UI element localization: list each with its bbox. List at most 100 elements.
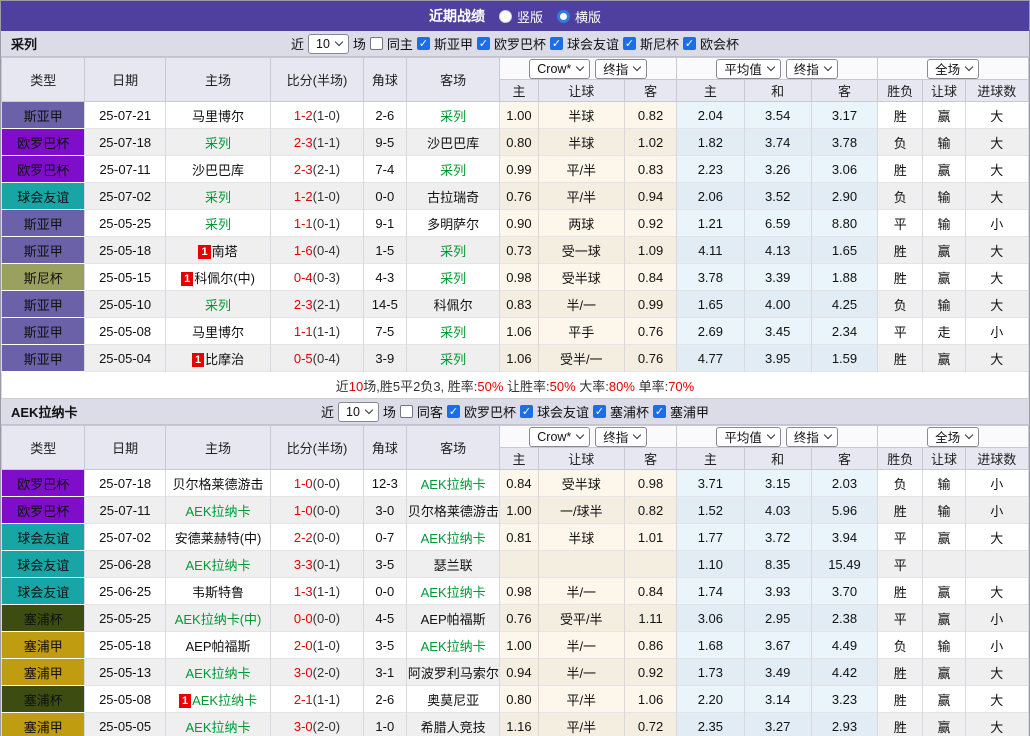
home-team[interactable]: 马里博尔 [192, 325, 244, 340]
fulltime-score[interactable]: 1-3 [294, 584, 313, 599]
fulltime-score[interactable]: 3-0 [294, 719, 313, 734]
odds-company-select[interactable]: Crow* [529, 426, 591, 447]
away-team[interactable]: AEK拉纳卡 [421, 585, 486, 600]
away-team[interactable]: 采列 [440, 163, 466, 178]
fulltime-score[interactable]: 1-0 [294, 503, 313, 518]
home-team[interactable]: AEK拉纳卡(中) [175, 612, 262, 627]
home-team[interactable]: 韦斯特鲁 [192, 585, 244, 600]
team-filter-bar: AEK拉纳卡近 10 场同客 ✓ 欧罗巴杯 ✓ 球会友谊 ✓ 塞浦杯 ✓ 塞浦甲 [1, 399, 1029, 425]
league-filter-checkbox[interactable]: ✓ [446, 405, 460, 418]
euro-away-odds: 4.49 [810, 631, 879, 659]
fulltime-score[interactable]: 2-2 [294, 530, 313, 545]
fulltime-score[interactable]: 1-2 [294, 189, 313, 204]
odds-company-select[interactable]: Crow* [529, 58, 591, 79]
fulltime-score[interactable]: 1-6 [294, 243, 313, 258]
home-team[interactable]: 贝尔格莱德游击 [173, 477, 264, 492]
away-team[interactable]: 贝尔格莱德游击 [408, 504, 499, 519]
fulltime-score[interactable]: 1-1 [294, 324, 313, 339]
same-venue-checkbox[interactable] [399, 405, 413, 418]
home-team[interactable]: AEK拉纳卡 [192, 693, 257, 708]
home-team[interactable]: 科佩尔(中) [194, 271, 255, 286]
away-team[interactable]: 阿波罗利马索尔 [408, 666, 499, 681]
home-team[interactable]: 安德莱赫特(中) [175, 531, 262, 546]
away-team[interactable]: 采列 [440, 271, 466, 286]
result-handicap: 赢 [922, 101, 966, 129]
league-filter-checkbox[interactable]: ✓ [652, 405, 666, 418]
match-row: 塞浦甲 25-05-13 AEK拉纳卡 3-0(2-0) 3-1 阿波罗利马索尔 0.94 半… [0, 658, 1030, 686]
league-filter-checkbox[interactable]: ✓ [549, 37, 563, 50]
away-team[interactable]: 采列 [440, 109, 466, 124]
away-team[interactable]: AEP帕福斯 [421, 612, 486, 627]
chevron-down-icon [364, 405, 374, 415]
scope-select[interactable]: 全场 [927, 426, 980, 447]
match-count-select[interactable]: 10 [308, 33, 349, 54]
home-team[interactable]: AEK拉纳卡 [186, 720, 251, 735]
away-team[interactable]: 希腊人竞技 [421, 720, 486, 735]
euro-company-select[interactable]: 平均值 [716, 58, 781, 79]
home-team[interactable]: 采列 [205, 298, 231, 313]
away-team[interactable]: 多明萨尔 [427, 217, 479, 232]
league-filter-checkbox[interactable]: ✓ [416, 37, 430, 50]
radio-icon[interactable] [557, 9, 570, 23]
home-team[interactable]: 马里博尔 [192, 109, 244, 124]
away-team[interactable]: AEK拉纳卡 [421, 531, 486, 546]
fulltime-score[interactable]: 2-3 [294, 135, 313, 150]
match-count-select[interactable]: 10 [338, 401, 379, 422]
same-venue-checkbox[interactable] [369, 37, 383, 50]
away-team[interactable]: 采列 [440, 325, 466, 340]
corner-score: 4-3 [362, 263, 407, 291]
odds-time-select[interactable]: 终指 [595, 426, 648, 447]
sub-column-header: 客 [810, 447, 879, 470]
fulltime-score[interactable]: 0-0 [294, 611, 313, 626]
fulltime-score[interactable]: 2-0 [294, 638, 313, 653]
home-team[interactable]: 采列 [205, 190, 231, 205]
home-team[interactable]: AEP帕福斯 [186, 639, 251, 654]
handicap-away-odds: 0.94 [623, 182, 678, 210]
away-team[interactable]: AEK拉纳卡 [421, 477, 486, 492]
fulltime-score[interactable]: 0-4 [294, 270, 313, 285]
home-team[interactable]: AEK拉纳卡 [186, 666, 251, 681]
radio-icon[interactable] [498, 9, 512, 23]
home-team[interactable]: 采列 [205, 217, 231, 232]
fulltime-score[interactable]: 2-3 [294, 297, 313, 312]
layout-option-horizontal[interactable]: 横版 [557, 7, 601, 26]
fulltime-score[interactable]: 3-0 [294, 665, 313, 680]
fulltime-score[interactable]: 1-0 [294, 476, 313, 491]
away-team[interactable]: 沙巴巴库 [427, 136, 479, 151]
fulltime-score[interactable]: 2-1 [294, 692, 313, 707]
away-team[interactable]: 奥莫尼亚 [427, 693, 479, 708]
league-filter-checkbox[interactable]: ✓ [519, 405, 533, 418]
league-filter-checkbox[interactable]: ✓ [622, 37, 636, 50]
odds-time-select[interactable]: 终指 [595, 58, 648, 79]
fulltime-score[interactable]: 1-1 [294, 216, 313, 231]
home-team[interactable]: 沙巴巴库 [192, 163, 244, 178]
fulltime-score[interactable]: 2-3 [294, 162, 313, 177]
euro-draw-odds: 3.95 [743, 344, 812, 372]
league-filter-checkbox[interactable]: ✓ [683, 37, 696, 50]
result-goals: 大 [964, 523, 1030, 551]
home-team[interactable]: 比摩治 [205, 352, 244, 367]
away-team[interactable]: 采列 [440, 244, 466, 259]
corner-score: 3-9 [362, 344, 407, 372]
league-filter-checkbox[interactable]: ✓ [476, 37, 490, 50]
away-team[interactable]: 瑟兰联 [434, 558, 473, 573]
home-team[interactable]: 采列 [205, 136, 231, 151]
league-filter-checkbox[interactable]: ✓ [592, 405, 606, 418]
euro-company-select[interactable]: 平均值 [716, 426, 781, 447]
away-team[interactable]: 科佩尔 [434, 298, 473, 313]
layout-option-vertical[interactable]: 竖版 [498, 7, 543, 26]
away-team[interactable]: 古拉瑞奇 [427, 190, 479, 205]
euro-time-select[interactable]: 终指 [785, 58, 838, 79]
fulltime-score[interactable]: 0-5 [294, 351, 313, 366]
odds-time-select-label: 终指 [603, 63, 629, 77]
euro-time-select[interactable]: 终指 [785, 426, 838, 447]
home-team[interactable]: AEK拉纳卡 [186, 504, 251, 519]
euro-odds-selects: 平均值 终指 [677, 58, 877, 79]
scope-select[interactable]: 全场 [927, 58, 980, 79]
fulltime-score[interactable]: 3-3 [294, 557, 313, 572]
away-team[interactable]: AEK拉纳卡 [421, 639, 486, 654]
home-team[interactable]: AEK拉纳卡 [186, 558, 251, 573]
fulltime-score[interactable]: 1-2 [294, 108, 313, 123]
away-team[interactable]: 采列 [440, 352, 466, 367]
home-team[interactable]: 南塔 [212, 244, 238, 259]
